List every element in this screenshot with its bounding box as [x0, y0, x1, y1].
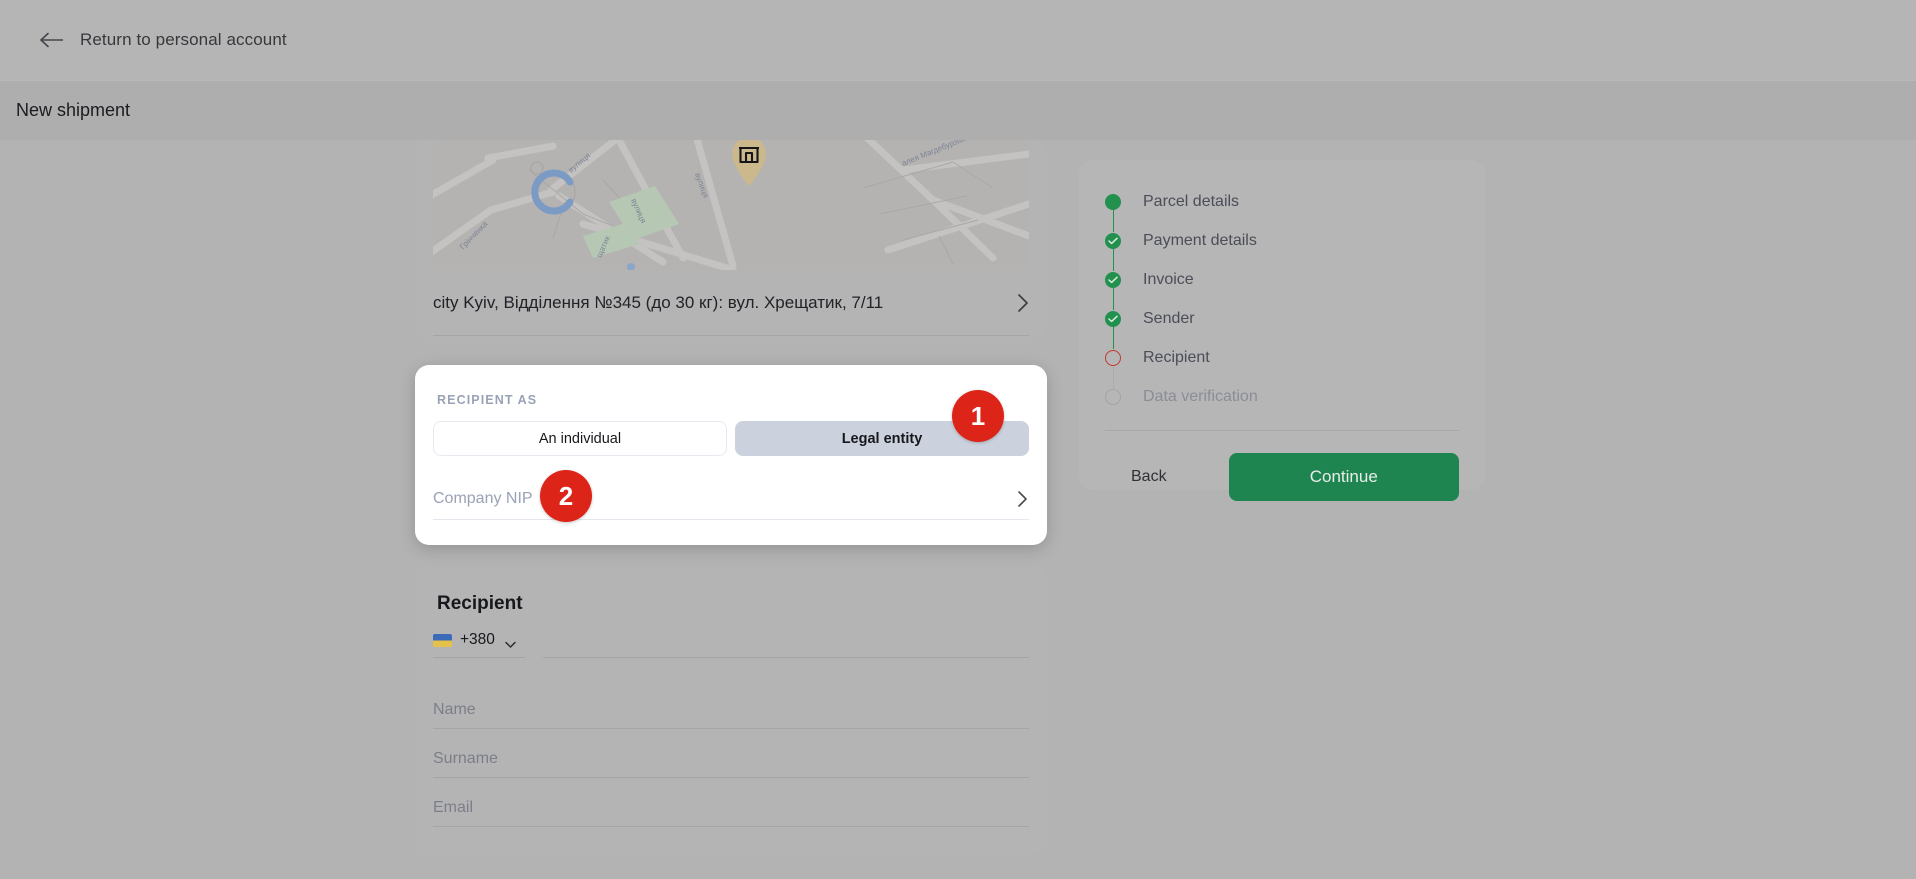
recipient-form-title: Recipient	[437, 593, 1047, 615]
pickup-location-card: вулиця вулиця вулиця щатик Грінченка але…	[415, 140, 1047, 338]
sidebar-step-payment-details[interactable]: Payment details	[1105, 221, 1485, 260]
sidebar-step-label: Data verification	[1143, 388, 1258, 406]
name-placeholder: Name	[433, 701, 476, 728]
sidebar-step-recipient[interactable]: Recipient	[1105, 338, 1485, 377]
sidebar-step-label: Payment details	[1143, 232, 1257, 250]
return-to-personal-account-link[interactable]: Return to personal account	[40, 30, 287, 50]
continue-button-label: Continue	[1310, 467, 1378, 487]
country-code-select[interactable]: +380	[433, 631, 525, 658]
pickup-address-row[interactable]: city Kyiv, Відділення №345 (до 30 кг): в…	[433, 270, 1029, 336]
sidebar-step-sender[interactable]: Sender	[1105, 299, 1485, 338]
store-pin-icon	[727, 140, 771, 188]
an-individual-label: An individual	[539, 431, 621, 447]
annotation-badge-1: 1	[952, 390, 1004, 442]
sidebar-actions: Back Continue	[1105, 453, 1459, 501]
company-nip-field[interactable]: Company NIP	[433, 478, 1029, 520]
back-button[interactable]: Back	[1105, 458, 1193, 496]
step-connector	[1113, 209, 1115, 232]
pickup-address-text: city Kyiv, Відділення №345 (до 30 кг): в…	[433, 293, 1017, 313]
an-individual-toggle[interactable]: An individual	[433, 421, 727, 456]
step-connector	[1113, 365, 1114, 388]
phone-row: +380	[433, 631, 1029, 658]
recipient-form-card: Recipient +380	[415, 567, 1047, 854]
arrow-left-icon	[40, 31, 64, 49]
annotation-badge-2-number: 2	[559, 481, 573, 512]
recipient-as-card: RECIPIENT AS An individual Legal entity …	[415, 365, 1047, 545]
sidebar-step-label: Sender	[1143, 310, 1195, 328]
back-button-label: Back	[1131, 468, 1167, 485]
map-preview[interactable]: вулиця вулиця вулиця щатик Грінченка але…	[433, 140, 1029, 270]
ua-flag-icon	[433, 634, 452, 647]
continue-button[interactable]: Continue	[1229, 453, 1459, 501]
sidebar-step-invoice[interactable]: Invoice	[1105, 260, 1485, 299]
pending-step-icon	[1105, 389, 1121, 405]
progress-sidebar: Parcel details Payment details Invoice	[1079, 160, 1485, 490]
chevron-right-icon	[1017, 489, 1029, 509]
email-placeholder: Email	[433, 799, 473, 826]
check-icon	[1105, 272, 1121, 288]
country-code-value: +380	[460, 631, 495, 649]
step-connector	[1113, 248, 1115, 271]
app-root: Return to personal account New shipment	[0, 0, 1916, 879]
top-bar: Return to personal account	[0, 0, 1916, 80]
sidebar-step-label: Invoice	[1143, 271, 1194, 289]
annotation-badge-2: 2	[540, 470, 592, 522]
recipient-type-toggle-group: An individual Legal entity	[433, 421, 1029, 456]
chevron-right-icon	[1017, 293, 1029, 313]
page-title: New shipment	[16, 100, 130, 121]
step-connector	[1113, 287, 1115, 310]
sidebar-step-parcel-details[interactable]: Parcel details	[1105, 182, 1485, 221]
sidebar-divider	[1105, 430, 1459, 431]
content-area: вулиця вулиця вулиця щатик Грінченка але…	[0, 140, 1916, 879]
name-input[interactable]: Name	[433, 680, 1029, 729]
check-icon	[1105, 311, 1121, 327]
page-header-bar: New shipment	[0, 80, 1916, 140]
email-input[interactable]: Email	[433, 778, 1029, 827]
sidebar-step-label: Recipient	[1143, 349, 1210, 367]
left-column: вулиця вулиця вулиця щатик Грінченка але…	[415, 140, 1047, 338]
check-icon	[1105, 233, 1121, 249]
sidebar-step-data-verification[interactable]: Data verification	[1105, 377, 1485, 416]
sidebar-step-label: Parcel details	[1143, 193, 1239, 211]
step-connector	[1113, 326, 1115, 349]
check-icon	[1105, 194, 1121, 210]
surname-placeholder: Surname	[433, 750, 498, 777]
current-step-icon	[1105, 350, 1121, 366]
annotation-badge-1-number: 1	[971, 401, 985, 432]
company-nip-label: Company NIP	[433, 490, 1017, 508]
phone-number-input[interactable]	[543, 631, 1029, 658]
steps-list: Parcel details Payment details Invoice	[1105, 182, 1485, 416]
back-link-label: Return to personal account	[80, 30, 287, 50]
surname-input[interactable]: Surname	[433, 729, 1029, 778]
legal-entity-label: Legal entity	[842, 431, 923, 447]
chevron-down-icon	[505, 636, 516, 644]
